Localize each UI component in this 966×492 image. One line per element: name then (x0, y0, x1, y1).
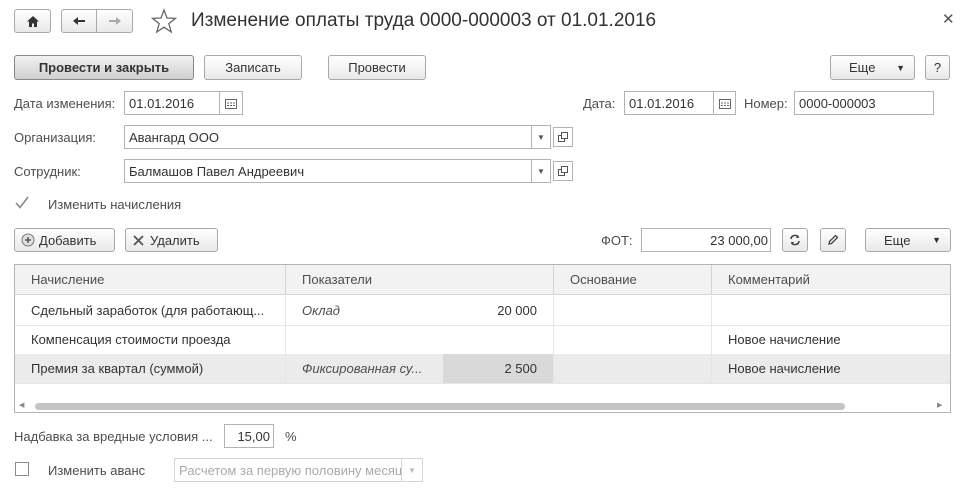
more-button[interactable]: Еще ▼ (830, 55, 915, 80)
accrual-cell: Компенсация стоимости проезда (31, 332, 231, 347)
table-row[interactable]: Компенсация стоимости проезда Новое начи… (15, 325, 950, 355)
scroll-left-arrow[interactable]: ◀ (19, 401, 24, 409)
change-date-label: Дата изменения: (14, 96, 116, 111)
dropdown-arrow-icon: ▼ (932, 235, 941, 245)
date-label: Дата: (583, 96, 616, 111)
column-divider (553, 296, 554, 383)
table-row[interactable]: Сдельный заработок (для работающ... Окла… (15, 296, 950, 326)
comment-cell (728, 296, 948, 325)
forward-button[interactable] (96, 9, 133, 33)
delete-button-label: Удалить (150, 232, 200, 248)
organization-open-button[interactable] (553, 127, 573, 147)
calendar-icon (225, 98, 237, 109)
indicator-value-cell[interactable]: 2 500 (444, 354, 537, 383)
add-button[interactable]: Добавить (14, 228, 115, 252)
accruals-table[interactable]: Начисление Показатели Основание Коммента… (14, 264, 951, 413)
organization-label: Организация: (14, 130, 97, 145)
date-calendar-button[interactable] (714, 91, 736, 115)
comment-cell: Новое начисление (728, 332, 841, 347)
close-icon[interactable]: ✕ (942, 10, 955, 28)
home-button[interactable] (14, 9, 51, 33)
post-and-close-button[interactable]: Провести и закрыть (14, 55, 194, 80)
column-header-comment[interactable]: Комментарий (712, 265, 950, 295)
employee-dropdown-button[interactable]: ▼ (531, 159, 551, 183)
accrual-cell: Сдельный заработок (для работающ... (31, 303, 265, 318)
date-field[interactable]: 01.01.2016 (624, 91, 714, 115)
hazard-allowance-label: Надбавка за вредные условия ... (14, 429, 213, 444)
checkmark-icon (15, 196, 29, 209)
employee-field[interactable]: Балмашов Павел Андреевич (124, 159, 532, 183)
table-row-selected[interactable]: Премия за квартал (суммой) Фиксированная… (15, 354, 950, 384)
delete-x-icon (133, 234, 144, 246)
table-more-button-label: Еще (884, 232, 911, 248)
dropdown-arrow-icon: ▼ (896, 62, 905, 73)
indicator-cell: Фиксированная су... (302, 361, 423, 376)
change-advance-checkbox[interactable] (15, 462, 29, 476)
number-field[interactable]: 0000-000003 (794, 91, 934, 115)
organization-dropdown-button[interactable]: ▼ (531, 125, 551, 149)
add-circle-icon (21, 233, 35, 247)
column-divider (711, 296, 712, 383)
advance-method-select: Расчетом за первую половину месяца (174, 458, 402, 482)
home-icon (26, 15, 39, 27)
back-button[interactable] (61, 9, 97, 33)
add-button-label: Добавить (39, 232, 97, 248)
change-accruals-checkbox[interactable] (14, 195, 30, 211)
employee-open-button[interactable] (553, 161, 573, 181)
post-button[interactable]: Провести (328, 55, 426, 80)
basis-cell (570, 325, 710, 354)
horizontal-scrollbar-thumb[interactable] (35, 403, 845, 410)
basis-cell (570, 296, 710, 325)
help-button[interactable]: ? (925, 55, 950, 80)
more-button-label: Еще (849, 60, 876, 75)
indicator-value-cell (444, 325, 537, 354)
fot-label: ФОТ: (601, 233, 633, 248)
edit-button[interactable] (820, 228, 846, 252)
chevron-down-icon: ▼ (408, 465, 416, 475)
column-header-indicators[interactable]: Показатели (286, 265, 554, 295)
scroll-right-arrow[interactable]: ▶ (937, 401, 942, 409)
change-date-field[interactable]: 01.01.2016 (124, 91, 220, 115)
number-label: Номер: (744, 96, 788, 111)
open-window-icon (558, 166, 568, 176)
accrual-cell: Премия за квартал (суммой) (31, 361, 204, 376)
change-advance-label: Изменить аванс (48, 463, 146, 478)
window-title: Изменение оплаты труда 0000-000003 от 01… (191, 10, 657, 31)
indicator-cell: Оклад (302, 303, 340, 318)
indicator-cell (302, 325, 432, 354)
refresh-button[interactable] (782, 228, 808, 252)
favorite-star-icon[interactable] (150, 8, 178, 37)
advance-method-dropdown-button: ▼ (402, 458, 423, 482)
change-accruals-label: Изменить начисления (48, 197, 182, 212)
employee-label: Сотрудник: (14, 164, 81, 179)
hazard-allowance-field[interactable]: 15,00 (224, 424, 274, 448)
open-window-icon (558, 132, 568, 142)
calendar-icon (718, 98, 731, 109)
column-divider (285, 296, 286, 383)
arrow-right-icon (108, 17, 121, 25)
pencil-icon (828, 234, 839, 245)
save-button[interactable]: Записать (204, 55, 302, 80)
refresh-icon (790, 234, 800, 246)
fot-field[interactable]: 23 000,00 (641, 228, 771, 252)
arrow-left-icon (73, 17, 85, 25)
chevron-down-icon: ▼ (537, 166, 545, 176)
column-header-accrual[interactable]: Начисление (15, 265, 286, 295)
comment-cell: Новое начисление (728, 361, 841, 376)
change-date-calendar-button[interactable] (220, 91, 243, 115)
basis-cell (570, 354, 710, 383)
table-more-button[interactable]: Еще ▼ (865, 228, 951, 252)
chevron-down-icon: ▼ (537, 132, 545, 142)
hazard-allowance-unit: % (285, 429, 297, 444)
delete-button[interactable]: Удалить (125, 228, 218, 252)
indicator-value-cell: 20 000 (497, 303, 537, 318)
organization-field[interactable]: Авангард ООО (124, 125, 532, 149)
column-header-basis[interactable]: Основание (554, 265, 712, 295)
